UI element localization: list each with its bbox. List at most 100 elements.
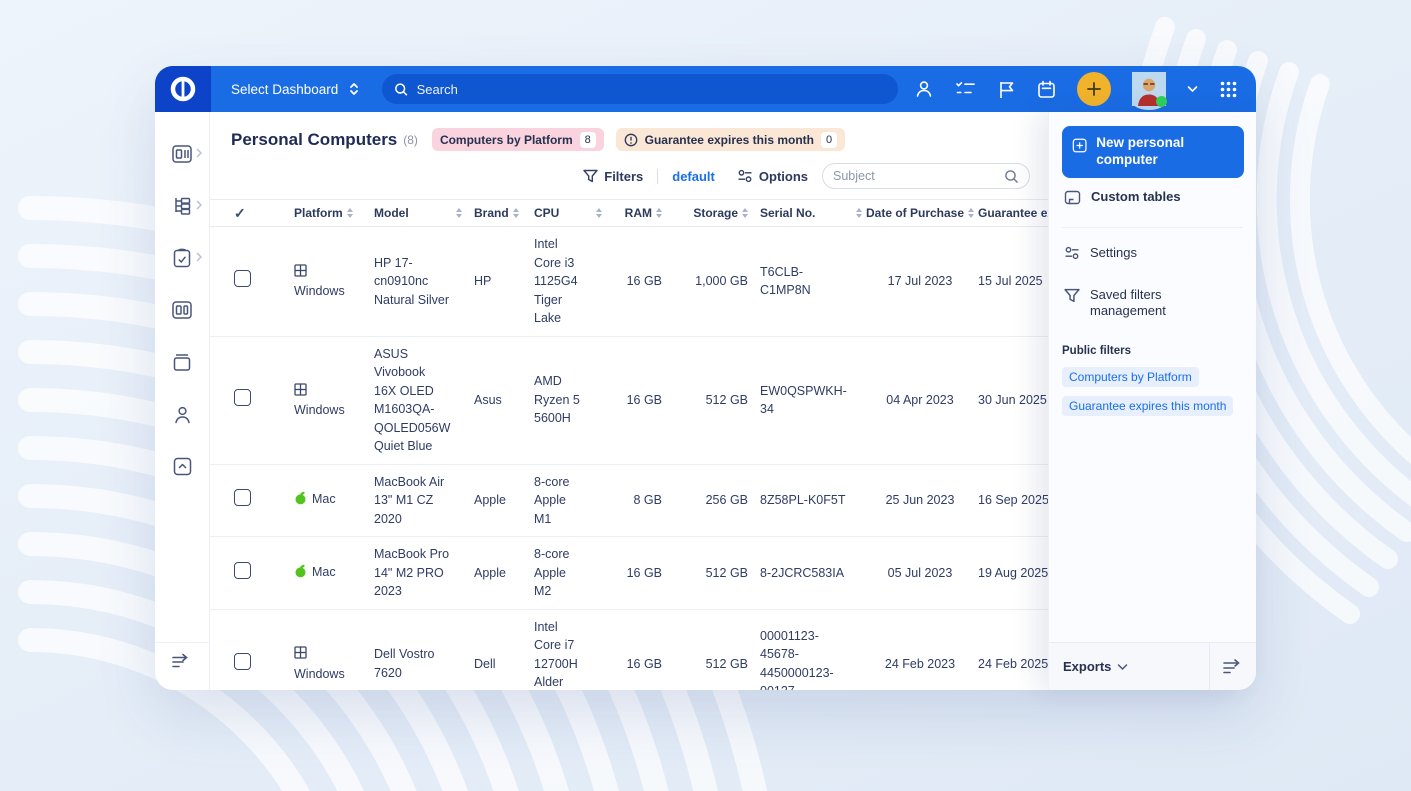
public-filter-guarantee-expires[interactable]: Guarantee expires this month xyxy=(1062,396,1233,416)
sidebar-item-contacts[interactable] xyxy=(155,388,209,440)
divider xyxy=(1062,227,1243,228)
flag-icon[interactable] xyxy=(998,80,1016,99)
sort-icon[interactable] xyxy=(656,208,662,218)
row-checkbox[interactable] xyxy=(234,389,251,406)
mac-apple-icon xyxy=(294,491,307,511)
hierarchy-icon xyxy=(172,197,192,215)
mac-apple-icon xyxy=(294,564,307,584)
column-header-serial[interactable]: Serial No. xyxy=(760,206,815,220)
sort-icon[interactable] xyxy=(456,208,462,218)
filters-button[interactable]: Filters xyxy=(583,169,643,184)
public-filter-computers-by-platform[interactable]: Computers by Platform xyxy=(1062,367,1199,387)
row-checkbox[interactable] xyxy=(234,653,251,670)
chevron-up-box-icon xyxy=(173,457,192,476)
expand-right-icon xyxy=(1221,658,1245,675)
profile-icon[interactable] xyxy=(914,79,934,99)
calendar-icon[interactable] xyxy=(1037,80,1056,99)
top-navbar: Select Dashboard xyxy=(155,66,1256,112)
app-logo[interactable] xyxy=(155,66,211,112)
chevron-right-icon xyxy=(196,145,202,163)
column-header-storage[interactable]: Storage xyxy=(693,206,738,220)
settings-sliders-icon xyxy=(1064,246,1080,265)
chevron-down-icon xyxy=(1117,663,1128,671)
column-header-ram[interactable]: RAM xyxy=(625,206,652,220)
options-button[interactable]: Options xyxy=(737,169,808,184)
windows-icon xyxy=(294,646,307,665)
filter-badge-guarantee-expires[interactable]: Guarantee expires this month 0 xyxy=(616,128,845,151)
record-count: (8) xyxy=(403,133,418,147)
filter-funnel-icon xyxy=(1064,288,1080,308)
alert-icon xyxy=(624,133,638,147)
row-checkbox[interactable] xyxy=(234,270,251,287)
saved-filters-button[interactable]: Saved filters management xyxy=(1062,276,1243,332)
sort-icon[interactable] xyxy=(596,208,602,218)
row-checkbox[interactable] xyxy=(234,562,251,579)
divider xyxy=(657,169,658,184)
sidebar-item-collapse[interactable] xyxy=(155,440,209,492)
table-header-row: ✓ Platform Model Brand CPU RAM Storage S… xyxy=(210,200,1102,227)
badge-count: 0 xyxy=(821,132,837,148)
expand-sidebar-icon[interactable] xyxy=(171,653,193,674)
new-personal-computer-button[interactable]: New personal computer xyxy=(1062,126,1244,178)
right-panel: New personal computer Custom tables xyxy=(1048,112,1256,690)
options-sliders-icon xyxy=(737,169,753,183)
collapse-panel-button[interactable] xyxy=(1209,643,1256,690)
row-checkbox[interactable] xyxy=(234,489,251,506)
sort-icon[interactable] xyxy=(513,208,519,218)
apps-grid-icon[interactable] xyxy=(1219,80,1238,99)
table-row[interactable]: Windows HP 17-cn0910nc Natural Silver HP… xyxy=(210,227,1102,337)
chevron-right-icon xyxy=(196,197,202,215)
table-row[interactable]: Windows ASUS Vivobook 16X OLED M1603QA-Q… xyxy=(210,336,1102,464)
sidebar-item-cards[interactable] xyxy=(155,284,209,336)
select-all-icon[interactable]: ✓ xyxy=(234,205,246,221)
sort-icon[interactable] xyxy=(742,208,748,218)
sidebar-item-checklists[interactable] xyxy=(155,232,209,284)
search-icon xyxy=(1004,169,1019,184)
dashboard-selector[interactable]: Select Dashboard xyxy=(231,82,338,97)
tasks-icon[interactable] xyxy=(955,80,977,98)
page-title: Personal Computers xyxy=(231,130,397,150)
quick-add-button[interactable] xyxy=(1077,72,1111,106)
settings-button[interactable]: Settings xyxy=(1062,234,1243,276)
table-row[interactable]: Mac MacBook Pro 14" M2 PRO 2023 Apple 8-… xyxy=(210,537,1102,610)
plus-square-icon xyxy=(1072,137,1087,154)
exports-button[interactable]: Exports xyxy=(1049,643,1209,690)
column-header-cpu[interactable]: CPU xyxy=(534,206,559,220)
user-avatar[interactable] xyxy=(1132,72,1166,106)
search-icon xyxy=(394,82,408,97)
records-card-icon xyxy=(172,145,192,163)
clipboard-check-icon xyxy=(173,248,191,268)
windows-icon xyxy=(294,264,307,283)
computers-table: ✓ Platform Model Brand CPU RAM Storage S… xyxy=(210,199,1102,690)
filter-badge-computers-by-platform[interactable]: Computers by Platform 8 xyxy=(432,128,604,151)
column-header-platform[interactable]: Platform xyxy=(294,206,343,220)
global-search-input[interactable] xyxy=(417,82,887,97)
column-header-model[interactable]: Model xyxy=(374,206,409,220)
column-header-brand[interactable]: Brand xyxy=(474,206,509,220)
left-sidebar xyxy=(155,112,210,690)
avatar-chevron-down-icon[interactable] xyxy=(1187,85,1198,93)
custom-tables-icon xyxy=(1064,190,1081,210)
subject-search-input[interactable] xyxy=(833,169,1004,183)
table-row[interactable]: Windows Dell Vostro 7620 Dell Intel Core… xyxy=(210,609,1102,690)
subject-search[interactable] xyxy=(822,163,1030,189)
cards-icon xyxy=(172,301,192,319)
sidebar-item-hierarchy[interactable] xyxy=(155,180,209,232)
sort-icon[interactable] xyxy=(347,208,353,218)
online-status-dot xyxy=(1156,96,1167,107)
chevron-right-icon xyxy=(196,249,202,267)
sidebar-item-inventory[interactable] xyxy=(155,336,209,388)
sort-icon[interactable] xyxy=(968,208,974,218)
app-window: Select Dashboard xyxy=(155,66,1256,690)
panel-footer: Exports xyxy=(1049,642,1256,690)
filter-funnel-icon xyxy=(583,169,598,183)
sort-icon[interactable] xyxy=(856,208,862,218)
sidebar-item-records[interactable] xyxy=(155,128,209,180)
custom-tables-button[interactable]: Custom tables xyxy=(1062,178,1243,221)
table-row[interactable]: Mac MacBook Air 13" M1 CZ 2020 Apple 8-c… xyxy=(210,464,1102,537)
briefcase-icon xyxy=(172,353,192,372)
filter-preset-default[interactable]: default xyxy=(672,169,715,184)
dashboard-selector-chevrons-icon[interactable] xyxy=(348,81,360,97)
global-search[interactable] xyxy=(382,74,898,104)
column-header-purchase-date[interactable]: Date of Purchase xyxy=(866,206,964,220)
